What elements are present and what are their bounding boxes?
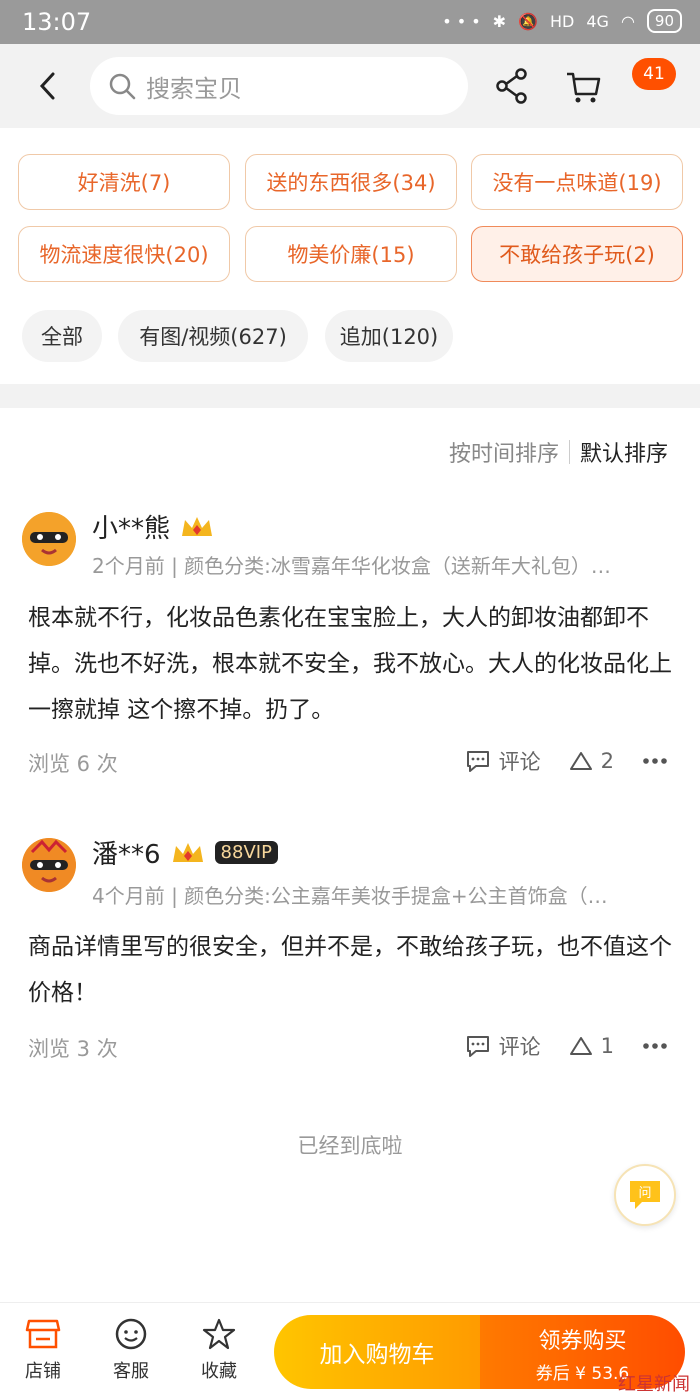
sort-default[interactable]: 默认排序 bbox=[580, 436, 668, 468]
comment-label: 评论 bbox=[498, 750, 541, 774]
ask-label: 问 bbox=[638, 1186, 651, 1201]
review-actions: 评论 1 bbox=[465, 1031, 668, 1061]
favorite-label: 收藏 bbox=[201, 1361, 237, 1382]
filter-all[interactable]: 全部 bbox=[22, 310, 102, 362]
tag-unsafe-for-kids[interactable]: 不敢给孩子玩(2) bbox=[471, 226, 683, 282]
comment-icon bbox=[466, 1036, 489, 1057]
review-meta: 2个月前 | 颜色分类:冰雪嘉年华化妆盒（送新年大礼包）… bbox=[92, 554, 611, 578]
service-label: 客服 bbox=[113, 1361, 149, 1382]
service-face-icon bbox=[115, 1318, 147, 1350]
hd-icon: HD bbox=[550, 11, 575, 31]
crown-icon bbox=[182, 516, 213, 536]
shop-label: 店铺 bbox=[25, 1361, 61, 1382]
more-dots-icon bbox=[643, 1043, 667, 1049]
status-bar: 13:07 • • • ✱ 🔕 HD 4G ◠ 90 bbox=[0, 0, 700, 44]
more-button[interactable] bbox=[642, 757, 668, 765]
comment-icon bbox=[466, 751, 489, 772]
search-input[interactable]: 搜索宝贝 bbox=[90, 57, 468, 115]
like-button[interactable]: 1 bbox=[569, 1034, 614, 1058]
like-button[interactable]: 2 bbox=[569, 749, 614, 773]
tag-fast-shipping[interactable]: 物流速度很快(20) bbox=[18, 226, 230, 282]
search-placeholder: 搜索宝贝 bbox=[146, 74, 242, 103]
sort-by-time[interactable]: 按时间排序 bbox=[449, 436, 559, 468]
section-divider bbox=[0, 384, 700, 408]
triangle-like-icon bbox=[569, 752, 592, 770]
cart-icon[interactable] bbox=[564, 66, 602, 106]
status-time: 13:07 bbox=[22, 8, 92, 36]
customer-service-button[interactable]: 客服 bbox=[96, 1317, 166, 1383]
avatar[interactable] bbox=[22, 838, 76, 892]
username-text: 小**熊 bbox=[92, 514, 171, 544]
wifi-icon: ◠ bbox=[620, 11, 635, 31]
bluetooth-icon: ✱ bbox=[492, 11, 507, 31]
ask-button[interactable]: 问 bbox=[614, 1164, 676, 1226]
add-to-cart-button[interactable]: 加入购物车 bbox=[274, 1315, 480, 1389]
top-nav: 搜索宝贝 41 bbox=[0, 44, 700, 128]
watermark-logo: 红星新闻 bbox=[618, 1374, 690, 1395]
crown-icon bbox=[172, 842, 203, 862]
shop-icon bbox=[25, 1319, 61, 1349]
username-text: 潘**6 bbox=[92, 840, 161, 870]
sort-options: 按时间排序 默认排序 bbox=[449, 436, 668, 468]
username[interactable]: 小**熊 bbox=[92, 508, 214, 545]
avatar-mascot-icon bbox=[22, 838, 76, 892]
review-actions: 评论 2 bbox=[465, 746, 668, 776]
bottom-action-bar: 店铺 客服 收藏 加入购物车 领券购买 券后 ¥ 53.6 bbox=[0, 1302, 700, 1400]
view-count: 浏览 3 次 bbox=[28, 1037, 118, 1061]
review-content: 商品详情里写的很安全，但并不是，不敢给孩子玩，也不值这个价格！ bbox=[28, 934, 672, 1006]
star-icon bbox=[202, 1318, 236, 1350]
review-content: 根本就不行，化妆品色素化在宝宝脸上，大人的卸妆油都卸不掉。洗也不好洗，根本就不安… bbox=[28, 605, 672, 723]
back-icon[interactable] bbox=[32, 66, 62, 106]
review-tags: 好清洗(7) 送的东西很多(34) 没有一点味道(19) 物流速度很快(20) … bbox=[0, 128, 700, 384]
like-count: 1 bbox=[600, 1034, 614, 1058]
cart-count-badge[interactable]: 41 bbox=[632, 58, 676, 90]
tag-good-value[interactable]: 物美价廉(15) bbox=[245, 226, 457, 282]
dots-icon: • • • bbox=[442, 11, 481, 31]
triangle-like-icon bbox=[569, 1037, 592, 1055]
search-icon bbox=[109, 73, 136, 100]
like-count: 2 bbox=[600, 749, 614, 773]
comment-label: 评论 bbox=[498, 1035, 541, 1059]
tag-no-smell[interactable]: 没有一点味道(19) bbox=[471, 154, 683, 210]
signal-icon: 4G bbox=[586, 11, 609, 31]
share-icon[interactable] bbox=[494, 66, 530, 106]
username[interactable]: 潘**6 88VIP bbox=[92, 834, 278, 871]
shop-button[interactable]: 店铺 bbox=[8, 1317, 78, 1383]
buy-label: 领券购买 bbox=[538, 1329, 627, 1354]
ask-chat-icon: 问 bbox=[630, 1181, 660, 1209]
avatar[interactable] bbox=[22, 512, 76, 566]
favorite-button[interactable]: 收藏 bbox=[184, 1317, 254, 1383]
avatar-mascot-icon bbox=[22, 512, 76, 566]
view-count: 浏览 6 次 bbox=[28, 752, 118, 776]
end-of-list-text: 已经到底啦 bbox=[297, 1134, 403, 1158]
vip-badge: 88VIP bbox=[214, 841, 278, 864]
tag-many-gifts[interactable]: 送的东西很多(34) bbox=[245, 154, 457, 210]
comment-button[interactable]: 评论 bbox=[465, 1031, 541, 1061]
comment-button[interactable]: 评论 bbox=[465, 746, 541, 776]
mute-bell-icon: 🔕 bbox=[518, 11, 538, 31]
review-meta: 4个月前 | 颜色分类:公主嘉年美妆手提盒+公主首饰盒（… bbox=[92, 884, 608, 908]
filter-with-media[interactable]: 有图/视频(627) bbox=[118, 310, 308, 362]
filter-followup[interactable]: 追加(120) bbox=[325, 310, 453, 362]
status-icons: • • • ✱ 🔕 HD 4G ◠ 90 bbox=[442, 9, 682, 33]
battery-icon: 90 bbox=[646, 9, 682, 33]
more-dots-icon bbox=[643, 758, 667, 764]
tag-easy-clean[interactable]: 好清洗(7) bbox=[18, 154, 230, 210]
sort-divider bbox=[568, 440, 570, 464]
more-button[interactable] bbox=[642, 1042, 668, 1050]
